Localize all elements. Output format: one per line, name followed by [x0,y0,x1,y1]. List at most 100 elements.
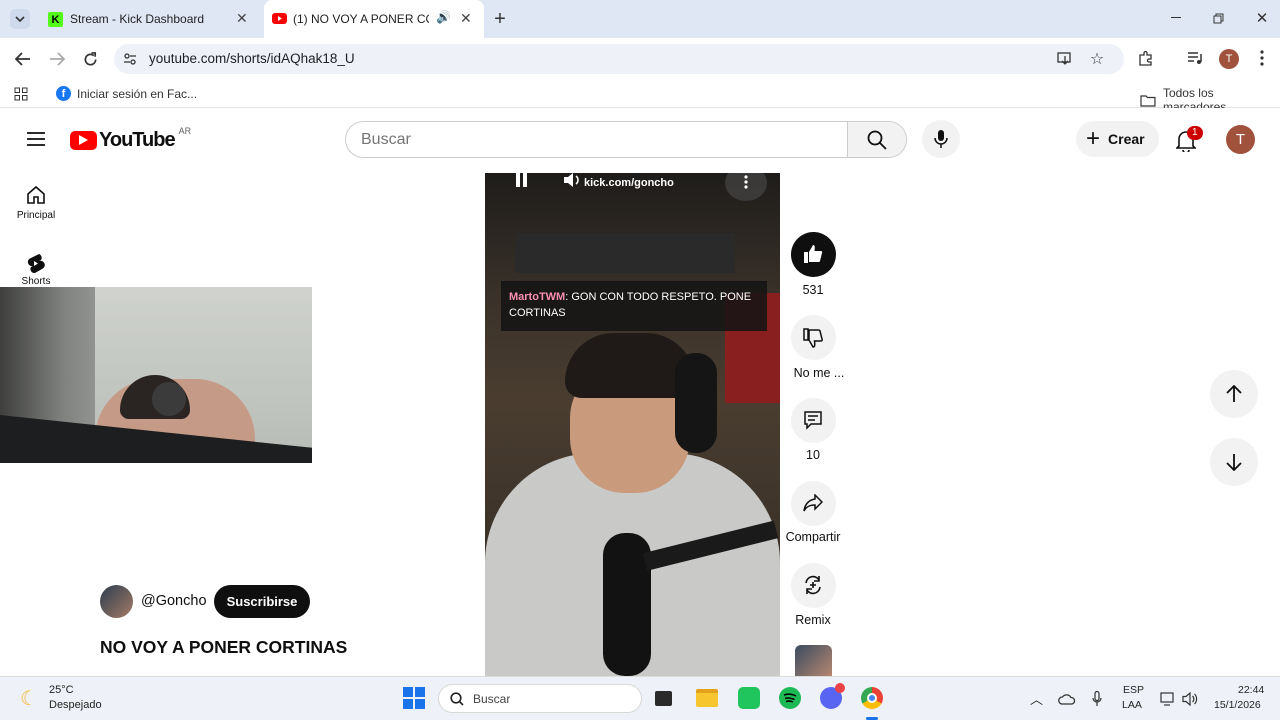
temperature: 25°C [49,684,74,696]
forward-icon[interactable] [46,48,68,70]
remix-button[interactable] [791,563,836,608]
kick-app-icon[interactable] [738,687,760,709]
speaker-icon[interactable] [1182,692,1198,706]
back-icon[interactable] [12,48,34,70]
language-indicator[interactable]: ESP [1123,684,1144,696]
sound-thumbnail[interactable] [795,645,832,676]
thumbs-up-icon [804,245,823,263]
search-box [345,121,907,158]
plus-icon: + [1086,125,1101,152]
sidebar-item-shorts[interactable]: Shorts [6,252,66,288]
share-button[interactable] [791,481,836,526]
youtube-logo[interactable]: YouTube AR [70,126,191,152]
search-button[interactable] [847,122,906,157]
create-button[interactable]: + Crear [1076,121,1159,157]
browser-tab-strip: K Stream - Kick Dashboard ✕ (1) NO VOY A… [0,0,1280,38]
media-control-icon[interactable] [1185,48,1205,68]
channel-name[interactable]: @Goncho [141,593,207,609]
youtube-play-icon [70,130,97,150]
share-icon [803,494,823,512]
home-icon [27,185,45,204]
weather-widget[interactable]: ☾ 25°C Despejado [18,682,128,716]
search-icon [867,130,887,150]
discord-icon[interactable] [820,683,845,709]
volume-icon[interactable] [563,173,583,190]
close-tab-icon[interactable]: ✕ [460,10,472,27]
notification-badge: 1 [1187,126,1203,140]
arrow-up-icon [1226,385,1242,402]
site-info-icon[interactable] [122,51,138,67]
address-bar[interactable]: youtube.com/shorts/idAQhak18_U ☆ [114,44,1124,74]
bookmark-star-icon[interactable]: ☆ [1088,50,1106,68]
tab-title: (1) NO VOY A PONER CORT [293,12,429,26]
restore-icon[interactable] [1208,8,1228,28]
sidebar-item-label: Shorts [21,276,51,287]
kick-favicon-icon: K [48,12,63,27]
install-app-icon[interactable] [1056,50,1074,68]
weather-status: Despejado [49,699,102,711]
profile-avatar[interactable]: T [1219,49,1239,69]
windows-taskbar: ☾ 25°C Despejado Buscar ︿ ESP LAA 22:44 … [0,676,1280,720]
tab-audio-icon[interactable]: 🔊 [436,10,451,24]
comment-count: 10 [806,448,820,462]
keyboard-layout-indicator[interactable]: LAA [1122,699,1142,711]
remix-icon [805,575,821,595]
remix-label: Remix [795,613,831,627]
account-avatar[interactable]: T [1226,125,1255,154]
new-tab-icon[interactable]: + [489,8,511,30]
video-headphones [675,353,717,453]
previous-short-button[interactable] [1210,370,1258,418]
clock-time[interactable]: 22:44 [1238,684,1264,696]
search-input[interactable] [346,122,846,157]
tab-search-chevron-icon[interactable] [10,9,30,29]
subscribe-label: Suscribirse [226,594,298,609]
file-explorer-icon[interactable] [696,689,718,707]
close-tab-icon[interactable]: ✕ [236,10,248,27]
menu-hamburger-icon[interactable] [24,128,48,150]
channel-avatar[interactable] [100,585,133,618]
spotify-icon[interactable] [779,687,801,709]
microphone-icon [934,130,948,148]
pause-icon[interactable] [515,173,529,189]
taskbar-search-placeholder: Buscar [473,692,511,706]
sidebar-item-home[interactable]: Principal [6,184,66,232]
clock-date[interactable]: 15/1/2026 [1214,699,1261,711]
windows-logo-icon [403,687,425,709]
network-icon[interactable] [1160,692,1176,706]
task-view-icon[interactable] [655,691,672,706]
chrome-taskbar-icon[interactable] [861,687,883,709]
tab-youtube-short[interactable]: (1) NO VOY A PONER CORT 🔊 ✕ [264,0,484,38]
apps-grid-icon[interactable] [13,86,29,102]
youtube-favicon-icon [272,13,287,24]
notifications-button[interactable]: 1 [1172,126,1203,156]
search-icon [450,692,464,706]
taskbar-search[interactable]: Buscar [438,684,642,713]
short-video-player[interactable]: kick.com/goncho MartoTWM: GON CON TODO R… [485,173,780,676]
bookmark-facebook[interactable]: f Iniciar sesión en Fac... [56,86,197,101]
browser-toolbar: youtube.com/shorts/idAQhak18_U ☆ T [0,38,1280,80]
short-title: NO VOY A PONER CORTINAS [100,637,348,657]
bookmarks-bar: f Iniciar sesión en Fac... Todos los mar… [0,80,1280,114]
next-short-button[interactable] [1210,438,1258,486]
subscribe-button[interactable]: Suscribirse [214,585,310,618]
close-window-icon[interactable]: ✕ [1252,8,1272,28]
folder-icon [1140,94,1156,107]
discord-badge [835,683,845,693]
tab-title: Stream - Kick Dashboard [70,12,205,26]
microphone-icon[interactable] [1092,691,1102,707]
extensions-icon[interactable] [1136,48,1156,68]
tab-kick-dashboard[interactable]: K Stream - Kick Dashboard ✕ [40,0,262,38]
like-button[interactable] [791,232,836,277]
start-button[interactable] [403,687,425,709]
show-hidden-icons-icon[interactable]: ︿ [1030,689,1043,708]
voice-search-button[interactable] [922,120,960,158]
shorts-icon [27,254,45,274]
onedrive-icon[interactable] [1058,693,1076,705]
reload-icon[interactable] [79,48,101,70]
facebook-icon: f [56,86,71,101]
minimize-icon[interactable] [1166,8,1186,28]
create-label: Crear [1108,131,1145,147]
comments-button[interactable] [791,398,836,443]
dislike-button[interactable] [791,315,836,360]
chrome-menu-icon[interactable] [1252,48,1272,68]
